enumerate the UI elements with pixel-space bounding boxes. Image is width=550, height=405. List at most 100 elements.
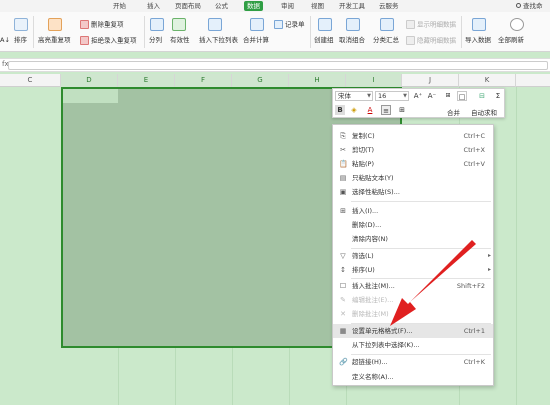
formula-bar: fx [0,58,550,72]
ungroup-button[interactable]: 取消组合 [339,36,365,45]
menu-item-label: 复制(C) [352,132,375,140]
tab-data[interactable]: 数据 [244,1,263,11]
autosum-label[interactable]: 自动求和 [471,107,497,117]
paste-icon: 📋 [339,160,348,168]
font-name-dropdown[interactable]: 宋体 ▼ [335,91,373,101]
menu-item-label: 剪切(T) [352,146,375,154]
text-to-columns-button[interactable]: 分列 [149,36,162,45]
formula-input[interactable] [8,61,548,70]
annotation-arrow [390,240,476,326]
tab-cloud[interactable]: 云服务 [376,1,402,11]
subtotal-icon [380,18,394,31]
text-to-columns-icon [150,18,164,31]
tab-view[interactable]: 视图 [308,1,327,11]
menu-item-shortcut: Ctrl+K [463,358,485,366]
borders-icon[interactable]: □ [457,91,467,101]
chevron-down-icon: ▼ [367,93,371,99]
borders-dropdown-icon[interactable]: ⊞ [397,105,407,115]
tab-home[interactable]: 开始 [110,1,129,11]
hyperlink-icon: 🔗 [339,358,348,366]
bold-button[interactable]: B [335,105,345,115]
form-icon [274,20,283,29]
shrink-font-button[interactable]: A⁻ [427,91,437,101]
column-header-k[interactable]: K [459,74,516,87]
menu-item-paste[interactable]: 📋 粘贴(P) Ctrl+V [333,157,493,171]
column-header-j[interactable]: J [402,74,459,87]
mini-toolbar: 宋体 ▼ 16 ▼ A⁺ A⁻ ⊞ □ ⊟ Σ B ◈ A ≡ ⊞ 合并 自动求和 [332,88,505,118]
consolidate-button[interactable]: 合并计算 [243,36,269,45]
menu-item-hyperlink[interactable]: 🔗 超链接(H)... Ctrl+K [333,355,493,369]
show-detail-button[interactable]: 显示明细数据 [406,20,456,30]
insert-dropdown-button[interactable]: 插入下拉列表 [199,36,238,45]
font-size-dropdown[interactable]: 16 ▼ [375,91,409,101]
hide-detail-label: 隐藏明细数据 [417,36,456,45]
highlight-duplicates-icon [48,18,62,31]
paste-special-icon: ▣ [339,188,347,196]
format-cells-icon: ▦ [339,327,347,335]
menu-item-paste-special[interactable]: ▣ 选择性粘贴(S)... [333,185,493,199]
insert-dropdown-icon [208,18,222,31]
ribbon-divider [33,16,34,48]
validation-button[interactable]: 有效性 [170,36,190,45]
merge-label[interactable]: 合并 [447,107,460,117]
menu-item-insert[interactable]: ⊞ 插入(I)... [333,204,493,218]
group-button[interactable]: 创建组 [314,36,334,45]
remove-duplicates-icon [80,20,89,29]
menu-item-cut[interactable]: ✂ 剪切(T) Ctrl+X [333,143,493,157]
menu-item-delete[interactable]: 删除(D)... [333,218,493,232]
merge-cells-icon[interactable]: ⊟ [477,91,487,101]
find-label: 查找命 [523,2,543,10]
column-header-d[interactable]: D [61,74,118,87]
menu-item-shortcut: Ctrl+X [463,146,485,154]
import-data-button[interactable]: 导入数据 [465,36,491,45]
menu-item-define-name[interactable]: 定义名称(A)... [333,370,493,384]
tab-formulas[interactable]: 公式 [212,1,231,11]
menu-item-paste-text[interactable]: ▤ 只粘贴文本(Y) [333,171,493,185]
hide-detail-icon [406,36,415,45]
sort-button[interactable]: 排序 [14,36,27,45]
menu-item-label: 从下拉列表中选择(K)... [352,341,420,349]
remove-duplicates-label: 删除重复项 [91,20,124,29]
align-center-icon[interactable]: ≡ [381,105,391,115]
active-cell[interactable] [63,89,118,103]
sort-icon: ↕ [340,266,346,274]
autosum-icon[interactable]: Σ [493,91,503,101]
tab-developer[interactable]: 开发工具 [336,1,368,11]
menu-item-copy[interactable]: ⎘ 复制(C) Ctrl+C [333,129,493,143]
tab-review[interactable]: 审阅 [278,1,297,11]
remove-duplicates-button[interactable]: 删除重复项 [80,20,124,30]
menu-item-pick-from-list[interactable]: 从下拉列表中选择(K)... [333,338,493,352]
menu-item-label: 定义名称(A)... [352,373,394,381]
delete-comment-icon: ✕ [340,310,346,318]
column-header-c[interactable]: C [0,74,61,87]
highlight-duplicates-button[interactable]: 高亮重复项 [38,36,71,45]
insert-icon: ⊞ [340,207,346,215]
reject-duplicates-button[interactable]: 拒绝录入重复项 [80,36,137,46]
column-header-h[interactable]: H [289,74,346,87]
grow-font-button[interactable]: A⁺ [413,91,423,101]
refresh-all-button[interactable]: 全部刷新 [498,36,524,45]
subtotal-button[interactable]: 分类汇总 [373,36,399,45]
column-header-i[interactable]: I [346,74,402,87]
find-command[interactable]: 查找命 [516,1,543,11]
font-color-icon[interactable]: A [365,105,375,115]
group-icon [318,18,332,31]
fill-color-icon[interactable]: ◈ [349,105,359,115]
chevron-down-icon: ▼ [403,93,407,99]
tab-insert[interactable]: 插入 [144,1,163,11]
hide-detail-button[interactable]: 隐藏明细数据 [406,36,456,46]
consolidate-icon [250,18,264,31]
column-header-f[interactable]: F [175,74,232,87]
menu-item-label: 粘贴(P) [352,160,374,168]
column-header-e[interactable]: E [118,74,175,87]
menu-item-label: 筛选(L) [352,252,374,260]
column-header-g[interactable]: G [232,74,289,87]
menu-item-label: 排序(U) [352,266,375,274]
reject-duplicates-icon [80,36,89,45]
tab-page-layout[interactable]: 页面布局 [172,1,204,11]
ungroup-icon [346,18,360,31]
format-painter-icon[interactable]: ⊞ [443,91,453,101]
validation-icon [172,18,186,31]
menu-item-shortcut: Ctrl+V [463,160,485,168]
form-button[interactable]: 记录单 [274,20,305,30]
